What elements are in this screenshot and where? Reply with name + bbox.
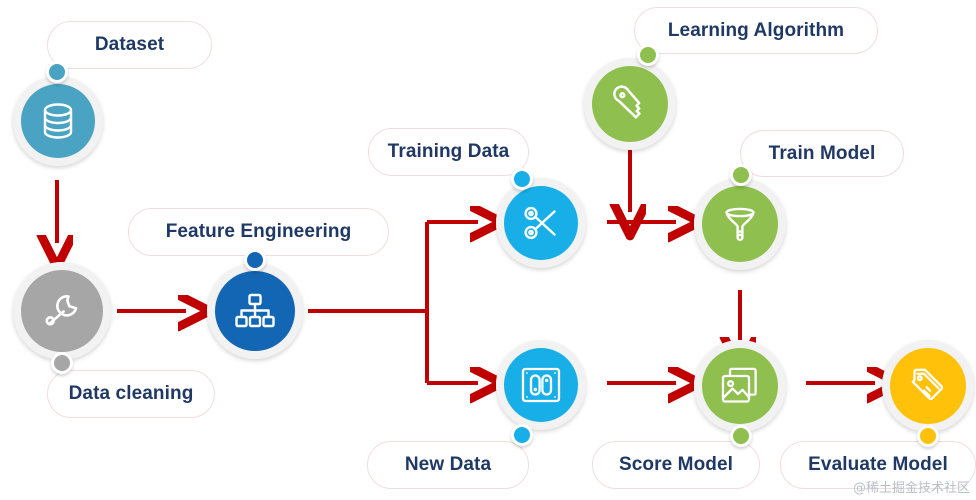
pill-dataset-label: Dataset: [94, 34, 165, 55]
hierarchy-icon: [235, 293, 275, 328]
pill-score-model[interactable]: Score Model: [592, 441, 760, 489]
database-icon: [43, 103, 73, 139]
wrench-icon: [45, 295, 78, 326]
pill-feature-engineering-label: Feature Engineering: [165, 221, 352, 242]
dot-dataset: [46, 61, 68, 83]
pill-training-data-label: Training Data: [387, 141, 510, 162]
node-disc-train-model: [702, 186, 778, 262]
pill-score-model-label: Score Model: [618, 454, 734, 475]
pill-learning-algorithm[interactable]: Learning Algorithm: [634, 7, 878, 54]
price-tag-icon: [911, 368, 944, 401]
node-disc-training-data: [504, 186, 578, 260]
node-disc-data-cleaning: [21, 270, 103, 352]
pill-train-model-label: Train Model: [768, 142, 876, 164]
node-disc-feature-engineering: [215, 271, 295, 351]
node-disc-new-data: [504, 348, 578, 422]
pill-learning-algorithm-label: Learning Algorithm: [667, 19, 845, 41]
image-stack-icon: [721, 367, 757, 403]
node-data-cleaning[interactable]: [13, 262, 111, 360]
watermark: @稀土掘金技术社区: [852, 481, 970, 496]
switch-panel-icon: [521, 367, 561, 403]
pill-train-model[interactable]: Train Model: [740, 130, 904, 177]
pill-new-data-label: New Data: [404, 454, 492, 475]
node-disc-score-model: [702, 348, 778, 424]
dot-train-model: [730, 164, 752, 186]
node-training-data[interactable]: [496, 178, 586, 268]
pill-evaluate-model-label: Evaluate Model: [808, 454, 948, 475]
pill-dataset[interactable]: Dataset: [47, 21, 212, 69]
dot-feature-engineering: [244, 249, 266, 271]
node-dataset[interactable]: [13, 76, 103, 166]
dot-training-data: [511, 168, 533, 190]
dot-evaluate-model: [917, 425, 939, 447]
pill-training-data[interactable]: Training Data: [368, 128, 529, 176]
node-train-model[interactable]: [694, 178, 786, 270]
workflow-diagram: Dataset Data cleaning Feature Engineerin…: [0, 0, 976, 500]
pill-data-cleaning[interactable]: Data cleaning: [47, 370, 215, 418]
funnel-icon: [725, 207, 755, 242]
key-icon: [613, 85, 641, 119]
node-disc-evaluate-model: [890, 348, 966, 424]
dot-score-model: [730, 425, 752, 447]
scissors-icon: [524, 206, 556, 240]
node-new-data[interactable]: [496, 340, 586, 430]
dot-data-cleaning: [51, 352, 73, 374]
node-learning-algorithm[interactable]: [584, 58, 676, 150]
node-disc-dataset: [21, 84, 95, 158]
node-feature-engineering[interactable]: [207, 263, 303, 359]
pill-new-data[interactable]: New Data: [367, 441, 529, 489]
node-disc-learning-algorithm: [592, 66, 668, 142]
node-evaluate-model[interactable]: [882, 340, 974, 432]
dot-learning-algorithm: [637, 44, 659, 66]
node-score-model[interactable]: [694, 340, 786, 432]
dot-new-data: [511, 424, 533, 446]
pill-data-cleaning-label: Data cleaning: [68, 383, 194, 404]
